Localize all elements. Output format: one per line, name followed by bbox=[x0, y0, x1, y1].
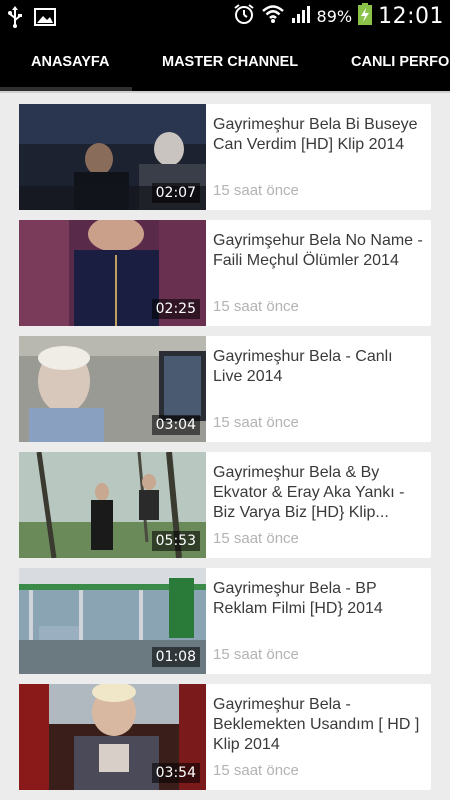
video-duration: 03:54 bbox=[151, 763, 200, 783]
video-upload-time: 15 saat önce bbox=[213, 298, 299, 315]
video-thumbnail[interactable]: 05:53 bbox=[19, 452, 206, 558]
video-card[interactable]: 02:25 Gayrimşehur Bela No Name - Faili M… bbox=[19, 220, 431, 326]
video-duration: 01:08 bbox=[151, 647, 200, 667]
video-thumbnail[interactable]: 02:07 bbox=[19, 104, 206, 210]
tab-bar: ANASAYFA MASTER CHANNEL CANLI PERFOR bbox=[0, 33, 450, 91]
battery-percent: 89% bbox=[316, 7, 353, 26]
video-title[interactable]: Gayrimeşhur Bela Bi Buseye Can Verdim [H… bbox=[213, 115, 423, 155]
video-upload-time: 15 saat önce bbox=[213, 762, 299, 779]
video-title[interactable]: Gayrimeşhur Bela - Canlı Live 2014 bbox=[213, 347, 423, 387]
video-card[interactable]: 03:04 Gayrimeşhur Bela - Canlı Live 2014… bbox=[19, 336, 431, 442]
signal-icon bbox=[291, 4, 311, 29]
alarm-icon bbox=[233, 3, 255, 30]
wifi-icon bbox=[261, 4, 285, 29]
video-list[interactable]: 02:07 Gayrimeşhur Bela Bi Buseye Can Ver… bbox=[19, 104, 431, 800]
video-title[interactable]: Gayrimeşhur Bela - BP Reklam Filmi [HD} … bbox=[213, 579, 423, 619]
video-thumbnail[interactable]: 01:08 bbox=[19, 568, 206, 674]
video-duration: 03:04 bbox=[151, 415, 200, 435]
tab-master-channel[interactable]: MASTER CHANNEL bbox=[162, 33, 298, 91]
video-upload-time: 15 saat önce bbox=[213, 182, 299, 199]
battery-charging-icon bbox=[358, 3, 373, 30]
video-title[interactable]: Gayrimşehur Bela No Name - Faili Meçhul … bbox=[213, 231, 423, 271]
video-thumbnail[interactable]: 02:25 bbox=[19, 220, 206, 326]
video-upload-time: 15 saat önce bbox=[213, 646, 299, 663]
video-upload-time: 15 saat önce bbox=[213, 414, 299, 431]
video-title[interactable]: Gayrimeşhur Bela & By Ekvator & Eray Aka… bbox=[213, 463, 423, 523]
video-duration: 02:07 bbox=[151, 183, 200, 203]
usb-icon bbox=[8, 6, 22, 33]
video-upload-time: 15 saat önce bbox=[213, 530, 299, 547]
divider bbox=[0, 91, 450, 93]
video-card[interactable]: 01:08 Gayrimeşhur Bela - BP Reklam Filmi… bbox=[19, 568, 431, 674]
video-thumbnail[interactable]: 03:04 bbox=[19, 336, 206, 442]
video-card[interactable]: 02:07 Gayrimeşhur Bela Bi Buseye Can Ver… bbox=[19, 104, 431, 210]
tab-anasayfa[interactable]: ANASAYFA bbox=[31, 33, 109, 91]
video-duration: 02:25 bbox=[151, 299, 200, 319]
video-card[interactable]: 03:54 Gayrimeşhur Bela - Beklemekten Usa… bbox=[19, 684, 431, 790]
video-card[interactable]: 05:53 Gayrimeşhur Bela & By Ekvator & Er… bbox=[19, 452, 431, 558]
video-thumbnail[interactable]: 03:54 bbox=[19, 684, 206, 790]
clock-time: 12:01 bbox=[378, 4, 444, 29]
status-bar: 89% 12:01 bbox=[0, 0, 450, 33]
image-icon bbox=[34, 8, 56, 31]
video-duration: 05:53 bbox=[151, 531, 200, 551]
tab-canli-performans[interactable]: CANLI PERFOR bbox=[351, 33, 450, 91]
video-title[interactable]: Gayrimeşhur Bela - Beklemekten Usandım [… bbox=[213, 695, 423, 755]
